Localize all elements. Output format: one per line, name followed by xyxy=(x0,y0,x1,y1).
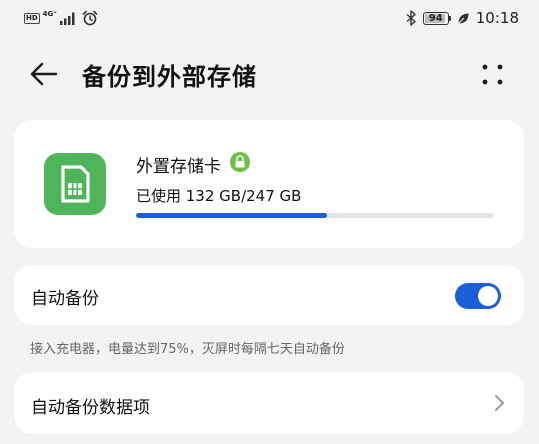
auto-backup-toggle[interactable] xyxy=(455,283,501,309)
hd-badge: HD xyxy=(24,12,40,24)
storage-progress-bar xyxy=(136,213,494,218)
chevron-right-icon xyxy=(495,395,504,411)
lock-icon xyxy=(230,152,250,172)
clock: 10:18 xyxy=(475,9,519,27)
alarm-icon xyxy=(82,10,98,26)
network-type: 4G⁺ xyxy=(42,10,57,18)
battery-level: 94 xyxy=(428,12,443,24)
backup-data-items-row[interactable]: 自动备份数据项 xyxy=(14,372,524,434)
storage-name: 外置存储卡 xyxy=(136,157,221,177)
status-right: 94 10:18 xyxy=(406,9,519,27)
battery-icon: 94 xyxy=(422,11,451,25)
back-arrow-icon xyxy=(30,62,58,86)
auto-backup-hint: 接入充电器，电量达到75%，灭屏时每隔七天自动备份 xyxy=(30,342,345,357)
auto-backup-row[interactable]: 自动备份 xyxy=(14,265,524,325)
header: 备份到外部存储 xyxy=(0,50,539,98)
backup-data-items-label: 自动备份数据项 xyxy=(31,398,150,418)
storage-usage: 已使用 132 GB/247 GB xyxy=(136,187,302,205)
storage-card: 外置存储卡 已使用 132 GB/247 GB xyxy=(14,120,524,248)
bluetooth-icon xyxy=(406,10,416,26)
sd-card-glyph xyxy=(61,165,90,203)
more-options-button[interactable] xyxy=(476,58,510,90)
leaf-icon xyxy=(457,13,469,24)
back-button[interactable] xyxy=(26,58,62,90)
signal-icon xyxy=(59,12,75,25)
auto-backup-label: 自动备份 xyxy=(31,289,99,309)
status-left: HD 4G⁺ xyxy=(24,10,98,26)
more-icon xyxy=(482,64,503,85)
page-title: 备份到外部存储 xyxy=(82,63,257,91)
toggle-knob xyxy=(478,286,498,306)
storage-progress-fill xyxy=(136,213,328,218)
status-bar: HD 4G⁺ 94 10:18 xyxy=(0,0,539,34)
sd-card-icon xyxy=(44,153,106,215)
